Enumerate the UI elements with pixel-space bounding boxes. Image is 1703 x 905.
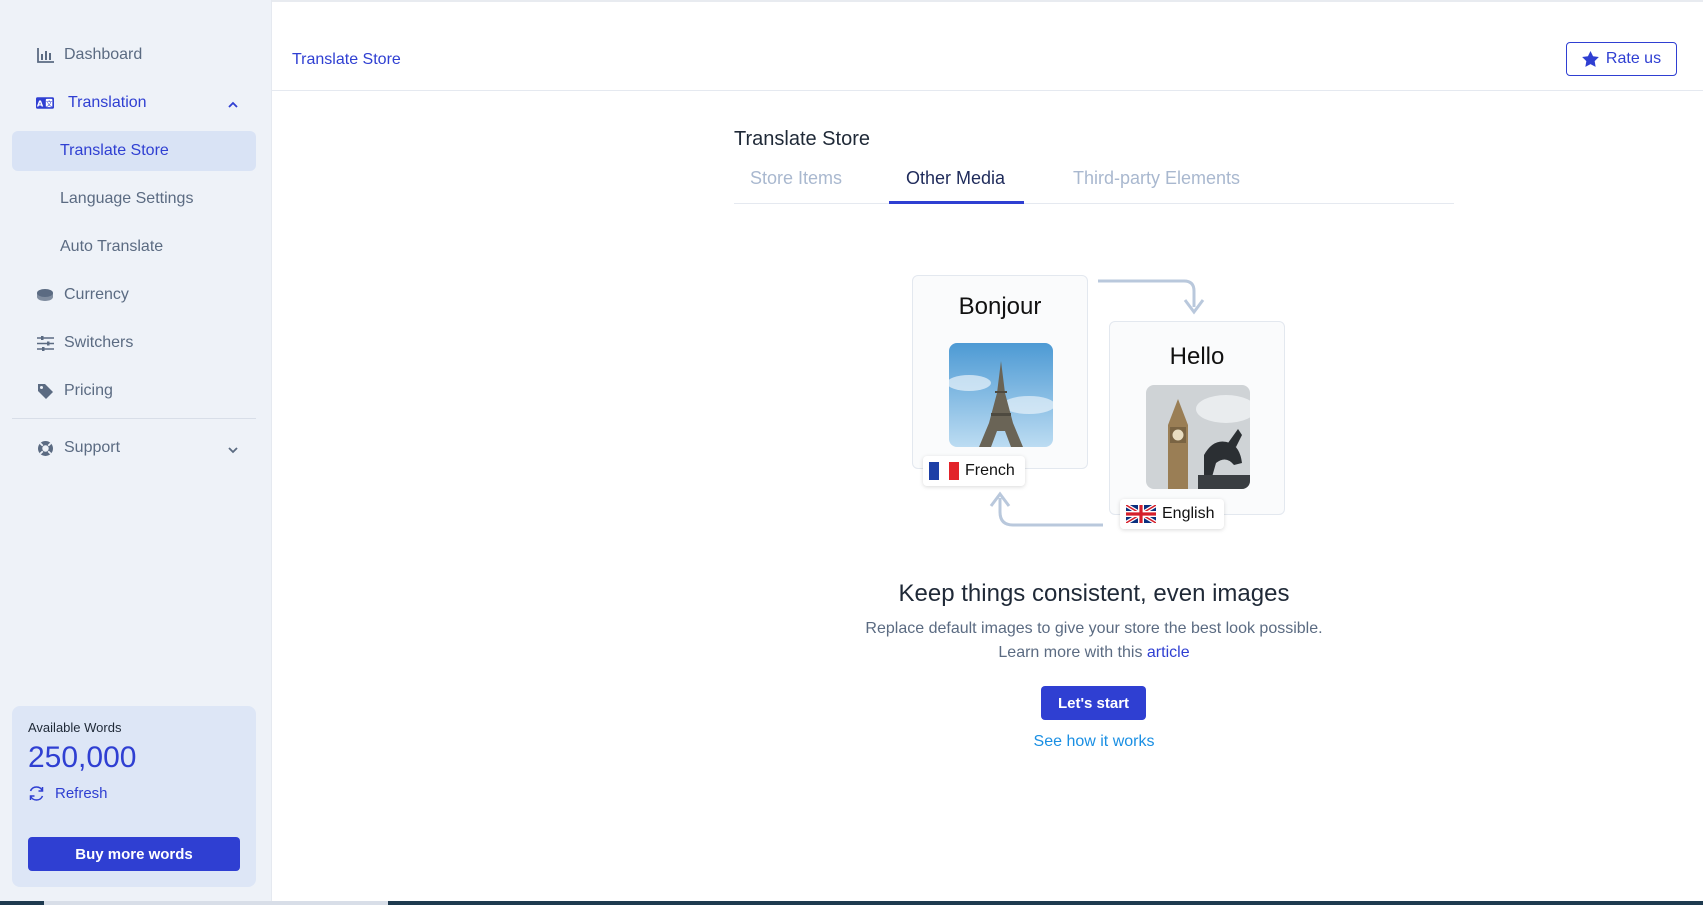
nav-translate-store[interactable]: Translate Store: [12, 131, 256, 171]
chevron-up-icon: [228, 96, 238, 114]
source-card: Bonjour: [912, 275, 1088, 469]
tab-bar: Store Items Other Media Third-party Elem…: [734, 164, 1454, 204]
empty-state-description: Replace default images to give your stor…: [734, 617, 1454, 665]
bottom-bar-segment: [44, 901, 388, 905]
sliders-icon: [36, 334, 54, 352]
breadcrumb[interactable]: Translate Store: [292, 51, 401, 69]
nav-language-settings-label: Language Settings: [60, 190, 194, 207]
nav-switchers-label: Switchers: [64, 334, 134, 351]
bottom-bar: [0, 901, 1703, 905]
available-words-label: Available Words: [28, 720, 122, 735]
lets-start-button[interactable]: Let's start: [1041, 686, 1146, 720]
page-title: Translate Store: [734, 128, 870, 150]
nav-translation[interactable]: A文 Translation: [12, 83, 256, 123]
svg-text:A: A: [37, 98, 44, 108]
svg-text:文: 文: [46, 99, 53, 108]
buy-more-words-button[interactable]: Buy more words: [28, 837, 240, 871]
tag-icon: [36, 382, 54, 400]
nav-support[interactable]: Support: [12, 428, 256, 468]
see-how-it-works-link[interactable]: See how it works: [734, 733, 1454, 751]
nav-translation-label: Translation: [68, 94, 147, 111]
description-prefix: Learn more with this: [998, 644, 1143, 661]
nav-pricing-label: Pricing: [64, 382, 113, 399]
chevron-down-icon: [228, 441, 238, 459]
target-card: Hello: [1109, 321, 1285, 515]
refresh-icon: [29, 786, 44, 801]
eiffel-tower-image: [949, 343, 1053, 447]
empty-state-headline: Keep things consistent, even images: [898, 580, 1290, 607]
nav-currency-label: Currency: [64, 286, 129, 303]
description-line-2: Learn more with this article: [734, 641, 1454, 665]
tab-store-items[interactable]: Store Items: [750, 168, 842, 189]
translate-icon: A文: [36, 94, 54, 112]
refresh-button[interactable]: Refresh: [28, 785, 240, 802]
translation-illustration: Bonjour French Hello English: [900, 270, 1300, 540]
nav-dashboard[interactable]: Dashboard: [12, 35, 256, 75]
available-words-card: Available Words 250,000 Refresh Buy more…: [12, 706, 256, 887]
source-language-name: French: [965, 462, 1015, 479]
nav-switchers[interactable]: Switchers: [12, 323, 256, 363]
nav-dashboard-label: Dashboard: [64, 46, 143, 63]
coins-icon: [36, 286, 54, 304]
nav-language-settings[interactable]: Language Settings: [12, 179, 256, 219]
chart-icon: [36, 46, 54, 64]
nav-pricing[interactable]: Pricing: [12, 371, 256, 411]
sidebar-divider: [12, 418, 256, 419]
top-header: Translate Store Rate us: [272, 2, 1703, 91]
source-language-label: French: [923, 456, 1025, 486]
lifebuoy-icon: [36, 439, 54, 457]
target-language-name: English: [1162, 505, 1215, 522]
nav-currency[interactable]: Currency: [12, 275, 256, 315]
rate-us-button[interactable]: Rate us: [1566, 42, 1677, 76]
nav-support-label: Support: [64, 439, 121, 456]
nav-auto-translate-label: Auto Translate: [60, 238, 164, 255]
active-tab-indicator: [889, 201, 1024, 204]
refresh-label: Refresh: [55, 785, 108, 802]
sidebar: Dashboard A文 Translation Translate Store…: [0, 0, 272, 905]
nav-auto-translate[interactable]: Auto Translate: [12, 227, 256, 267]
target-word: Hello: [1169, 343, 1225, 370]
big-ben-image: [1146, 385, 1250, 489]
target-language-label: English: [1120, 499, 1225, 529]
rate-us-label: Rate us: [1605, 50, 1662, 67]
uk-flag-icon: [1126, 505, 1156, 523]
star-icon: [1582, 51, 1599, 67]
tab-other-media[interactable]: Other Media: [906, 168, 1005, 189]
article-link[interactable]: article: [1147, 644, 1190, 661]
france-flag-icon: [929, 462, 959, 480]
source-word: Bonjour: [958, 293, 1042, 320]
description-line-1: Replace default images to give your stor…: [865, 620, 1323, 637]
available-words-value: 250,000: [28, 741, 137, 774]
nav-translate-store-label: Translate Store: [60, 142, 169, 159]
tab-third-party-elements[interactable]: Third-party Elements: [1073, 168, 1240, 189]
